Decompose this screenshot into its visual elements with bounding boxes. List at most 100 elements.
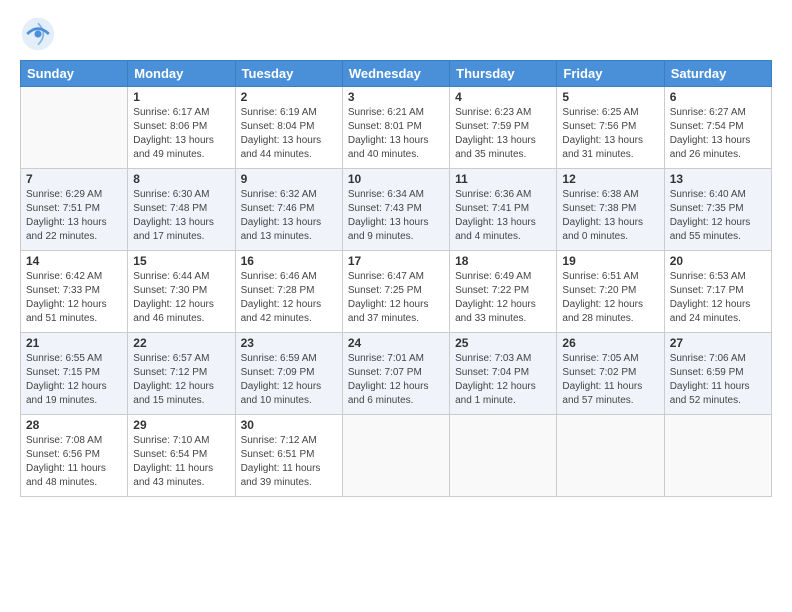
day-info: Sunrise: 6:36 AM Sunset: 7:41 PM Dayligh… bbox=[455, 188, 551, 244]
calendar-cell: 10 Sunrise: 6:34 AM Sunset: 7:43 PM Dayli… bbox=[342, 169, 449, 251]
day-number: 23 bbox=[241, 336, 337, 350]
day-header-saturday: Saturday bbox=[664, 61, 771, 87]
calendar-header-row: SundayMondayTuesdayWednesdayThursdayFrid… bbox=[21, 61, 772, 87]
day-header-sunday: Sunday bbox=[21, 61, 128, 87]
day-info: Sunrise: 6:40 AM Sunset: 7:35 PM Dayligh… bbox=[670, 188, 766, 244]
day-number: 17 bbox=[348, 254, 444, 268]
day-number: 2 bbox=[241, 90, 337, 104]
header bbox=[20, 16, 772, 52]
day-number: 12 bbox=[562, 172, 658, 186]
day-number: 19 bbox=[562, 254, 658, 268]
calendar-cell: 7 Sunrise: 6:29 AM Sunset: 7:51 PM Daylig… bbox=[21, 169, 128, 251]
day-info: Sunrise: 6:46 AM Sunset: 7:28 PM Dayligh… bbox=[241, 270, 337, 326]
day-number: 16 bbox=[241, 254, 337, 268]
calendar-cell: 2 Sunrise: 6:19 AM Sunset: 8:04 PM Daylig… bbox=[235, 87, 342, 169]
calendar-cell: 12Sunrise: 6:38 AM Sunset: 7:38 PM Dayli… bbox=[557, 169, 664, 251]
day-number: 13 bbox=[670, 172, 766, 186]
day-info: Sunrise: 6:34 AM Sunset: 7:43 PM Dayligh… bbox=[348, 188, 444, 244]
day-number: 6 bbox=[670, 90, 766, 104]
calendar-cell bbox=[342, 415, 449, 497]
day-info: Sunrise: 6:25 AM Sunset: 7:56 PM Dayligh… bbox=[562, 106, 658, 162]
day-info: Sunrise: 7:10 AM Sunset: 6:54 PM Dayligh… bbox=[133, 434, 229, 490]
day-number: 26 bbox=[562, 336, 658, 350]
calendar-cell bbox=[450, 415, 557, 497]
day-info: Sunrise: 6:53 AM Sunset: 7:17 PM Dayligh… bbox=[670, 270, 766, 326]
day-number: 9 bbox=[241, 172, 337, 186]
day-info: Sunrise: 6:17 AM Sunset: 8:06 PM Dayligh… bbox=[133, 106, 229, 162]
calendar-cell: 28 Sunrise: 7:08 AM Sunset: 6:56 PM Dayli… bbox=[21, 415, 128, 497]
logo-icon bbox=[20, 16, 56, 52]
calendar-week-row: 21Sunrise: 6:55 AM Sunset: 7:15 PM Dayli… bbox=[21, 333, 772, 415]
calendar-cell: 14 Sunrise: 6:42 AM Sunset: 7:33 PM Dayli… bbox=[21, 251, 128, 333]
calendar-week-row: 14 Sunrise: 6:42 AM Sunset: 7:33 PM Dayli… bbox=[21, 251, 772, 333]
day-info: Sunrise: 6:19 AM Sunset: 8:04 PM Dayligh… bbox=[241, 106, 337, 162]
calendar-cell: 27 Sunrise: 7:06 AM Sunset: 6:59 PM Dayli… bbox=[664, 333, 771, 415]
day-header-thursday: Thursday bbox=[450, 61, 557, 87]
calendar-cell: 3 Sunrise: 6:21 AM Sunset: 8:01 PM Daylig… bbox=[342, 87, 449, 169]
day-number: 21 bbox=[26, 336, 122, 350]
logo bbox=[20, 16, 60, 52]
calendar-cell bbox=[557, 415, 664, 497]
calendar-cell: 16 Sunrise: 6:46 AM Sunset: 7:28 PM Dayli… bbox=[235, 251, 342, 333]
day-number: 18 bbox=[455, 254, 551, 268]
calendar-cell: 29 Sunrise: 7:10 AM Sunset: 6:54 PM Dayli… bbox=[128, 415, 235, 497]
day-info: Sunrise: 6:27 AM Sunset: 7:54 PM Dayligh… bbox=[670, 106, 766, 162]
calendar-cell: 4Sunrise: 6:23 AM Sunset: 7:59 PM Daylig… bbox=[450, 87, 557, 169]
day-info: Sunrise: 6:47 AM Sunset: 7:25 PM Dayligh… bbox=[348, 270, 444, 326]
calendar-cell: 25Sunrise: 7:03 AM Sunset: 7:04 PM Dayli… bbox=[450, 333, 557, 415]
day-info: Sunrise: 7:05 AM Sunset: 7:02 PM Dayligh… bbox=[562, 352, 658, 408]
day-number: 24 bbox=[348, 336, 444, 350]
day-number: 5 bbox=[562, 90, 658, 104]
day-number: 10 bbox=[348, 172, 444, 186]
day-info: Sunrise: 6:29 AM Sunset: 7:51 PM Dayligh… bbox=[26, 188, 122, 244]
calendar-cell: 19 Sunrise: 6:51 AM Sunset: 7:20 PM Dayli… bbox=[557, 251, 664, 333]
day-number: 29 bbox=[133, 418, 229, 432]
calendar-cell: 24Sunrise: 7:01 AM Sunset: 7:07 PM Dayli… bbox=[342, 333, 449, 415]
day-info: Sunrise: 6:49 AM Sunset: 7:22 PM Dayligh… bbox=[455, 270, 551, 326]
calendar-cell: 9 Sunrise: 6:32 AM Sunset: 7:46 PM Daylig… bbox=[235, 169, 342, 251]
day-info: Sunrise: 6:42 AM Sunset: 7:33 PM Dayligh… bbox=[26, 270, 122, 326]
calendar-cell: 15 Sunrise: 6:44 AM Sunset: 7:30 PM Dayli… bbox=[128, 251, 235, 333]
day-number: 25 bbox=[455, 336, 551, 350]
day-number: 14 bbox=[26, 254, 122, 268]
calendar-cell: 20 Sunrise: 6:53 AM Sunset: 7:17 PM Dayli… bbox=[664, 251, 771, 333]
day-number: 7 bbox=[26, 172, 122, 186]
day-info: Sunrise: 6:32 AM Sunset: 7:46 PM Dayligh… bbox=[241, 188, 337, 244]
calendar-cell: 5 Sunrise: 6:25 AM Sunset: 7:56 PM Daylig… bbox=[557, 87, 664, 169]
calendar-week-row: 7 Sunrise: 6:29 AM Sunset: 7:51 PM Daylig… bbox=[21, 169, 772, 251]
calendar-cell: 22Sunrise: 6:57 AM Sunset: 7:12 PM Dayli… bbox=[128, 333, 235, 415]
day-number: 20 bbox=[670, 254, 766, 268]
day-number: 15 bbox=[133, 254, 229, 268]
day-number: 30 bbox=[241, 418, 337, 432]
day-header-wednesday: Wednesday bbox=[342, 61, 449, 87]
day-info: Sunrise: 6:21 AM Sunset: 8:01 PM Dayligh… bbox=[348, 106, 444, 162]
day-number: 8 bbox=[133, 172, 229, 186]
calendar-cell: 26 Sunrise: 7:05 AM Sunset: 7:02 PM Dayli… bbox=[557, 333, 664, 415]
calendar-cell bbox=[664, 415, 771, 497]
calendar-cell: 18 Sunrise: 6:49 AM Sunset: 7:22 PM Dayli… bbox=[450, 251, 557, 333]
calendar-cell bbox=[21, 87, 128, 169]
calendar-cell: 6 Sunrise: 6:27 AM Sunset: 7:54 PM Daylig… bbox=[664, 87, 771, 169]
calendar-cell: 11 Sunrise: 6:36 AM Sunset: 7:41 PM Dayli… bbox=[450, 169, 557, 251]
day-number: 11 bbox=[455, 172, 551, 186]
page: SundayMondayTuesdayWednesdayThursdayFrid… bbox=[0, 0, 792, 612]
day-info: Sunrise: 7:08 AM Sunset: 6:56 PM Dayligh… bbox=[26, 434, 122, 490]
calendar-cell: 23 Sunrise: 6:59 AM Sunset: 7:09 PM Dayli… bbox=[235, 333, 342, 415]
day-info: Sunrise: 6:57 AM Sunset: 7:12 PM Dayligh… bbox=[133, 352, 229, 408]
calendar-week-row: 28 Sunrise: 7:08 AM Sunset: 6:56 PM Dayli… bbox=[21, 415, 772, 497]
day-info: Sunrise: 6:51 AM Sunset: 7:20 PM Dayligh… bbox=[562, 270, 658, 326]
day-info: Sunrise: 7:06 AM Sunset: 6:59 PM Dayligh… bbox=[670, 352, 766, 408]
day-number: 27 bbox=[670, 336, 766, 350]
calendar-week-row: 1 Sunrise: 6:17 AM Sunset: 8:06 PM Daylig… bbox=[21, 87, 772, 169]
day-info: Sunrise: 6:30 AM Sunset: 7:48 PM Dayligh… bbox=[133, 188, 229, 244]
day-number: 3 bbox=[348, 90, 444, 104]
calendar-cell: 13 Sunrise: 6:40 AM Sunset: 7:35 PM Dayli… bbox=[664, 169, 771, 251]
day-header-monday: Monday bbox=[128, 61, 235, 87]
calendar-cell: 30Sunrise: 7:12 AM Sunset: 6:51 PM Dayli… bbox=[235, 415, 342, 497]
day-number: 28 bbox=[26, 418, 122, 432]
day-info: Sunrise: 6:59 AM Sunset: 7:09 PM Dayligh… bbox=[241, 352, 337, 408]
day-number: 1 bbox=[133, 90, 229, 104]
calendar-cell: 8 Sunrise: 6:30 AM Sunset: 7:48 PM Daylig… bbox=[128, 169, 235, 251]
calendar-cell: 1 Sunrise: 6:17 AM Sunset: 8:06 PM Daylig… bbox=[128, 87, 235, 169]
day-info: Sunrise: 6:44 AM Sunset: 7:30 PM Dayligh… bbox=[133, 270, 229, 326]
